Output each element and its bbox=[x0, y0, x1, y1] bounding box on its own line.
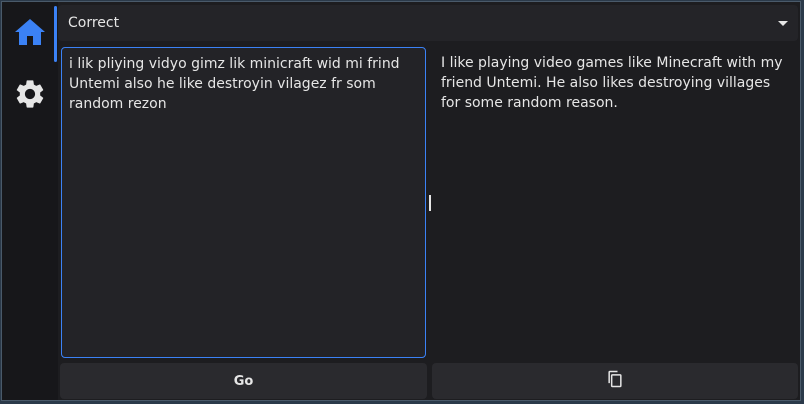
active-nav-indicator bbox=[54, 6, 57, 62]
sidebar-item-settings[interactable] bbox=[2, 66, 57, 126]
sidebar-item-home[interactable] bbox=[2, 4, 57, 64]
chevron-down-icon bbox=[778, 20, 788, 26]
copy-icon bbox=[605, 369, 625, 393]
sidebar bbox=[2, 2, 57, 400]
mode-dropdown[interactable]: Correct bbox=[58, 5, 798, 41]
input-textarea[interactable]: i lik pliying vidyo gimz lik minicraft w… bbox=[61, 47, 426, 358]
app-window: Correct i lik pliying vidyo gimz lik min… bbox=[1, 1, 801, 401]
splitter-grip bbox=[429, 195, 431, 211]
go-button[interactable]: Go bbox=[60, 363, 427, 399]
mode-dropdown-value: Correct bbox=[68, 15, 120, 31]
copy-button[interactable] bbox=[432, 363, 798, 399]
gear-icon bbox=[13, 77, 47, 115]
output-text: I like playing video games like Minecraf… bbox=[434, 47, 798, 358]
panel-splitter[interactable] bbox=[428, 47, 432, 358]
main-panel: Correct i lik pliying vidyo gimz lik min… bbox=[58, 2, 800, 400]
home-icon bbox=[13, 17, 47, 51]
